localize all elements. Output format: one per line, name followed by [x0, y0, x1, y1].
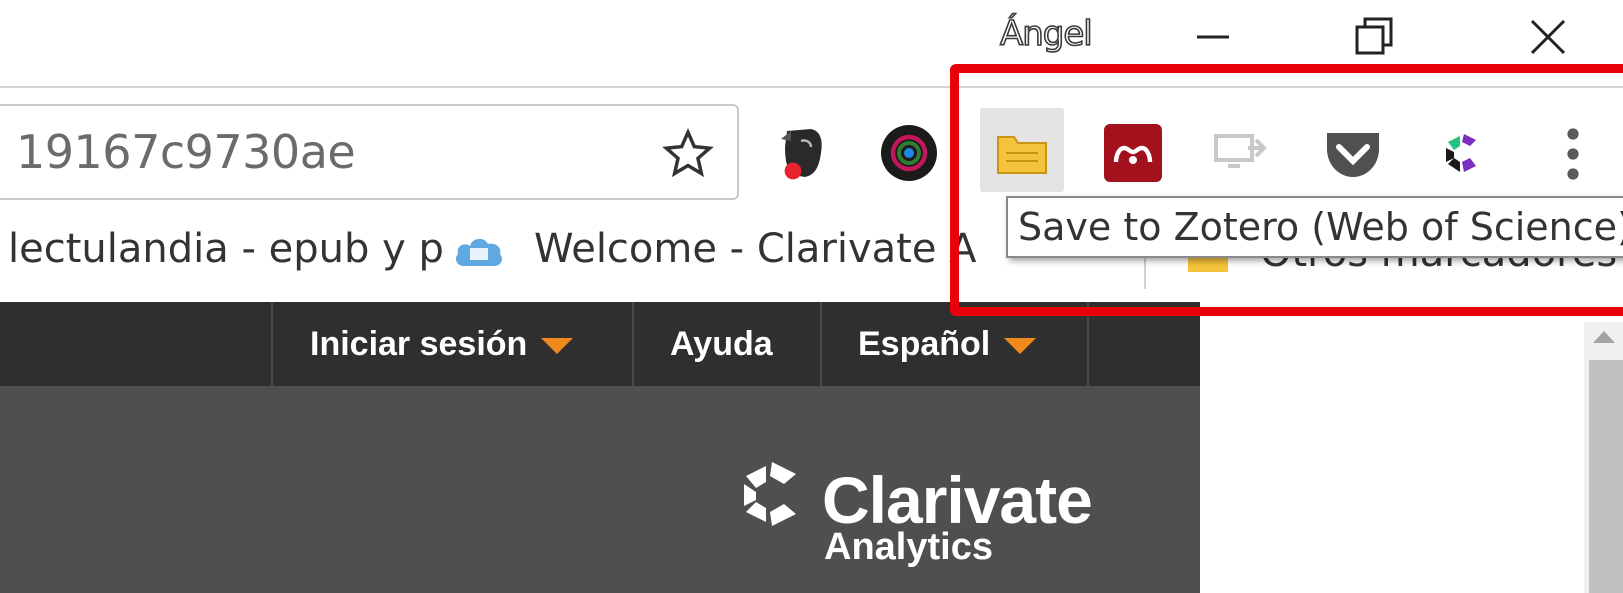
camera-lens-icon [881, 125, 937, 181]
star-icon [662, 128, 714, 178]
bookmark-lectulandia[interactable]: lectulandia - epub y p [8, 226, 444, 272]
nav-signin-label: Iniciar sesión [310, 325, 528, 363]
clarivate-logo-mark-wrap [740, 460, 804, 533]
restore-icon [1355, 17, 1393, 55]
scroll-up-button[interactable] [1591, 328, 1617, 351]
nav-language-label: Español [858, 325, 991, 363]
minimize-icon [1197, 35, 1229, 39]
close-icon [1530, 19, 1566, 55]
evernote-icon [781, 129, 822, 180]
address-bar-url[interactable]: 19167c9730ae [16, 125, 356, 179]
evernote-button[interactable] [770, 120, 836, 186]
nav-separator [820, 302, 822, 386]
minimize-button[interactable] [1168, 0, 1258, 74]
nav-signin[interactable]: Iniciar sesión [310, 302, 574, 386]
scroll-up-icon [1593, 331, 1615, 343]
scrollbar-thumb[interactable] [1589, 360, 1623, 593]
nav-help[interactable]: Ayuda [670, 302, 773, 386]
close-button[interactable] [1503, 0, 1593, 74]
page-side-area [1200, 302, 1623, 593]
clarivate-logo-subtext: Analytics [824, 526, 993, 568]
clarivate-logo-icon [744, 462, 796, 526]
bookmark-cloud-icon-wrap [452, 230, 506, 275]
bookmark-clarivate[interactable]: Welcome - Clarivate A [534, 226, 977, 272]
bookmark-star-button[interactable] [662, 128, 714, 185]
highlight-annotation [950, 64, 1623, 316]
camera-extension-button[interactable] [876, 120, 942, 186]
nav-separator [271, 302, 273, 386]
caret-down-icon [1004, 338, 1037, 355]
caret-down-icon [541, 338, 574, 355]
restore-button[interactable] [1330, 0, 1420, 74]
nav-separator [632, 302, 634, 386]
cloud-icon [456, 238, 502, 266]
profile-name[interactable]: Ángel [999, 13, 1093, 55]
